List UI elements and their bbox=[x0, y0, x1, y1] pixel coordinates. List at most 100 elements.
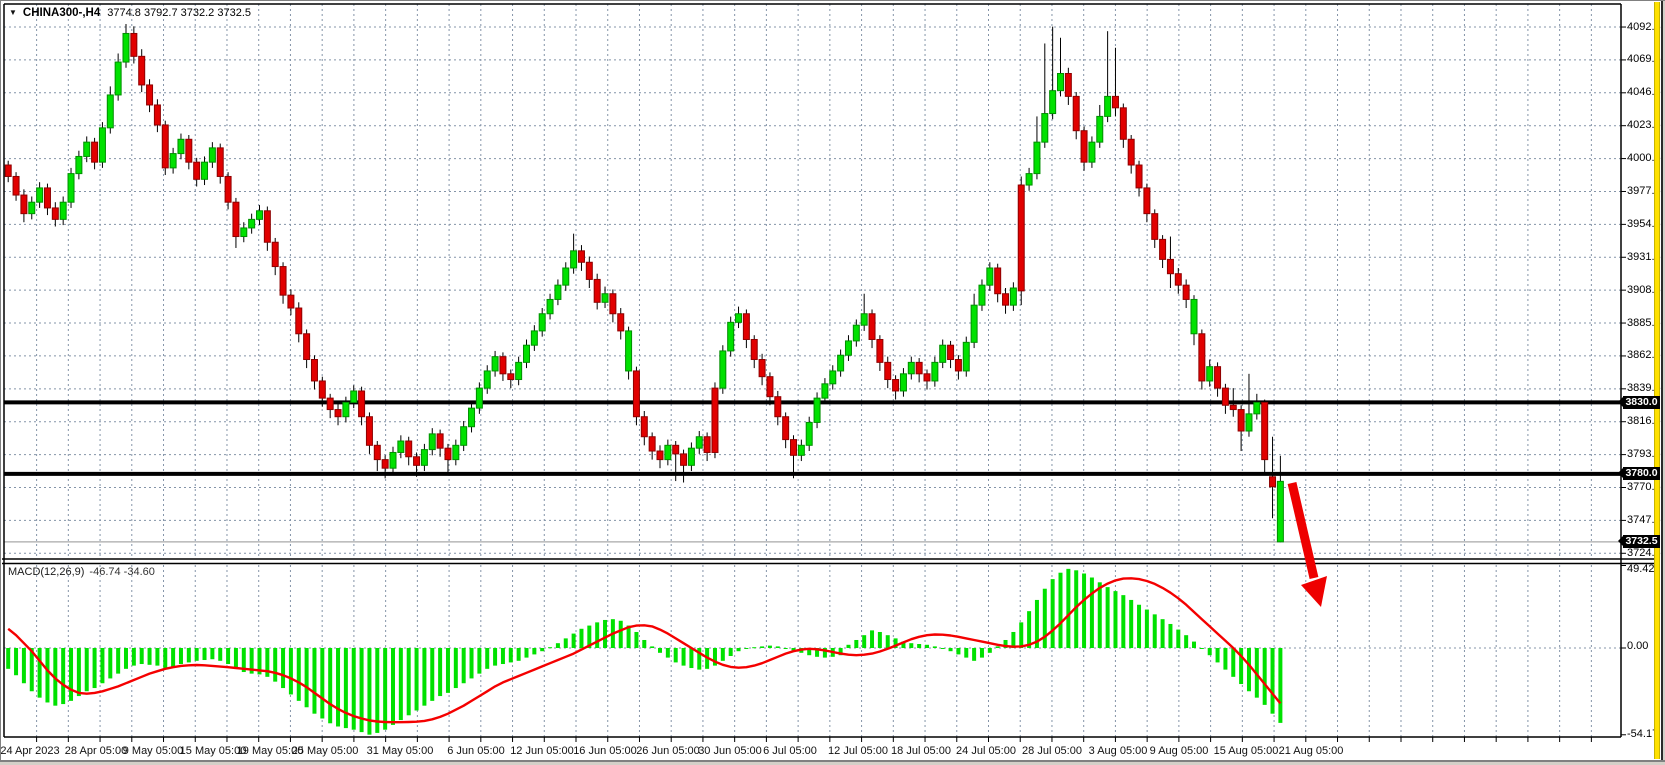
macd-histogram-bar bbox=[752, 647, 756, 648]
macd-histogram-bar bbox=[682, 648, 686, 666]
macd-histogram-bar bbox=[642, 640, 646, 648]
macd-histogram-bar bbox=[328, 648, 332, 723]
macd-histogram-bar bbox=[941, 648, 945, 649]
candle-body bbox=[963, 342, 969, 371]
macd-histogram-bar bbox=[1153, 614, 1157, 648]
candle-body bbox=[932, 362, 938, 381]
candle-body bbox=[476, 388, 482, 408]
candle-body bbox=[508, 374, 514, 380]
macd-histogram-bar bbox=[132, 648, 136, 666]
time-axis-label: 12 Jul 05:00 bbox=[828, 745, 888, 757]
candle-body bbox=[955, 360, 961, 371]
candle-body bbox=[382, 460, 388, 469]
candle-body bbox=[139, 56, 145, 85]
macd-histogram-bar bbox=[556, 643, 560, 648]
window-left-border bbox=[0, 0, 1, 765]
macd-histogram-bar bbox=[1106, 587, 1110, 648]
macd-histogram-bar bbox=[415, 648, 419, 710]
candle-body bbox=[359, 391, 365, 417]
candle-body bbox=[351, 391, 357, 402]
candle-body bbox=[798, 445, 804, 455]
candle-body bbox=[1277, 481, 1283, 541]
candle-body bbox=[571, 251, 577, 268]
candle-body bbox=[84, 142, 90, 156]
candle-body bbox=[594, 279, 600, 302]
candle-body bbox=[563, 268, 569, 285]
candle-body bbox=[1175, 274, 1181, 285]
candle-body bbox=[633, 371, 639, 417]
macd-histogram-bar bbox=[886, 635, 890, 648]
macd-histogram-bar bbox=[148, 648, 152, 665]
chart-title: ▼CHINA300-,H43774.8 3792.7 3732.2 3732.5 bbox=[9, 7, 251, 19]
macd-histogram-bar bbox=[470, 648, 474, 678]
ohlc-values: 3774.8 3792.7 3732.2 3732.5 bbox=[107, 7, 251, 19]
trend-arrow-head[interactable] bbox=[1301, 576, 1327, 607]
macd-histogram-bar bbox=[1113, 591, 1117, 648]
macd-histogram-bar bbox=[312, 648, 316, 714]
candle-body bbox=[178, 139, 184, 153]
candle-body bbox=[681, 454, 687, 465]
macd-histogram-bar bbox=[493, 648, 497, 666]
candle-body bbox=[516, 362, 522, 379]
candle-body bbox=[979, 285, 985, 305]
candle-body bbox=[838, 355, 844, 371]
candle-body bbox=[44, 188, 50, 208]
candle-body bbox=[688, 448, 694, 465]
macd-histogram-bar bbox=[108, 648, 112, 678]
chart-canvas[interactable] bbox=[0, 0, 1665, 765]
macd-histogram-bar bbox=[203, 648, 207, 660]
macd-scale-zero: 0.00 bbox=[1627, 640, 1648, 652]
time-axis-label: 31 May 05:00 bbox=[367, 745, 434, 757]
support-price-tag[interactable]: 3780.0 bbox=[1623, 467, 1660, 480]
time-axis-label: 30 Jun 05:00 bbox=[698, 745, 762, 757]
macd-histogram-bar bbox=[1137, 605, 1141, 648]
candle-body bbox=[987, 268, 993, 285]
macd-histogram-bar bbox=[721, 648, 725, 661]
candle-body bbox=[885, 362, 891, 379]
chart-window: ▼CHINA300-,H43774.8 3792.7 3732.2 3732.5… bbox=[0, 0, 1665, 765]
time-axis-label: 6 Jul 05:00 bbox=[763, 745, 817, 757]
candle-body bbox=[720, 351, 726, 388]
macd-histogram-bar bbox=[909, 643, 913, 648]
macd-histogram-bar bbox=[320, 648, 324, 718]
candle-body bbox=[194, 162, 200, 179]
macd-histogram-bar bbox=[776, 646, 780, 648]
macd-histogram-bar bbox=[744, 648, 748, 649]
candle-body bbox=[186, 139, 192, 162]
candle-body bbox=[469, 408, 475, 427]
candle-body bbox=[1238, 410, 1244, 431]
resistance-price-tag[interactable]: 3830.0 bbox=[1623, 396, 1660, 409]
macd-histogram-bar bbox=[1161, 619, 1165, 648]
candle-body bbox=[1136, 165, 1142, 188]
candle-body bbox=[76, 156, 82, 173]
candle-body bbox=[775, 397, 781, 417]
macd-histogram-bar bbox=[187, 648, 191, 662]
candle-body bbox=[390, 452, 396, 468]
macd-histogram-bar bbox=[666, 648, 670, 658]
macd-histogram-bar bbox=[155, 648, 159, 666]
candle-body bbox=[759, 360, 765, 377]
dropdown-triangle-icon[interactable]: ▼ bbox=[9, 8, 17, 17]
candle-body bbox=[147, 85, 153, 105]
candle-body bbox=[1262, 402, 1268, 459]
macd-histogram-bar bbox=[846, 645, 850, 648]
candle-body bbox=[704, 437, 710, 453]
macd-histogram-bar bbox=[949, 648, 953, 651]
candle-body bbox=[1034, 142, 1040, 173]
macd-histogram-bar bbox=[760, 646, 764, 648]
candle-body bbox=[1167, 259, 1173, 273]
macd-histogram-bar bbox=[956, 648, 960, 654]
candle-body bbox=[539, 314, 545, 331]
macd-histogram-bar bbox=[210, 648, 214, 659]
candle-body bbox=[209, 148, 215, 162]
candle-body bbox=[995, 268, 1001, 294]
candle-body bbox=[429, 434, 435, 450]
candle-body bbox=[256, 211, 262, 220]
candle-body bbox=[665, 445, 671, 459]
candle-body bbox=[296, 308, 302, 334]
macd-histogram-bar bbox=[462, 648, 466, 683]
candle-body bbox=[1050, 91, 1056, 114]
candle-body bbox=[712, 388, 718, 452]
time-axis-label: 16 Jun 05:00 bbox=[573, 745, 637, 757]
candle-body bbox=[845, 341, 851, 355]
